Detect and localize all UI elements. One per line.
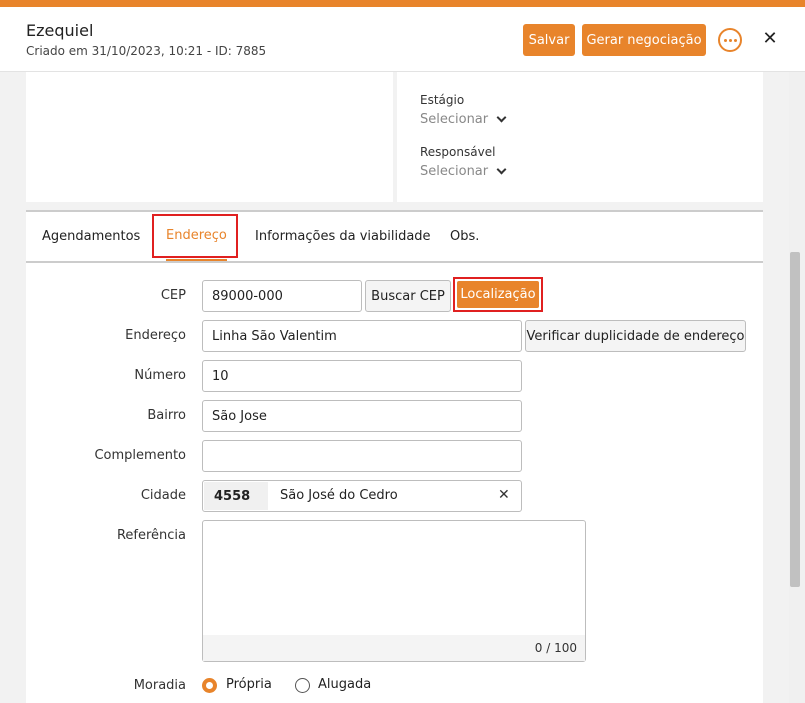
top-accent-bar [0, 0, 805, 7]
close-icon[interactable]: ✕ [760, 29, 780, 49]
radio-alugada-label: Alugada [318, 677, 372, 692]
tab-highlight-box [152, 214, 238, 258]
numero-label: Número [134, 368, 186, 383]
bairro-label: Bairro [147, 408, 186, 423]
char-counter: 0 / 100 [203, 635, 585, 661]
more-options-icon[interactable] [718, 28, 742, 52]
modal-content: Estágio Selecionar Responsável Seleciona… [0, 72, 789, 703]
generate-deal-button[interactable]: Gerar negociação [582, 24, 706, 56]
endereco-input[interactable]: Linha São Valentim [202, 320, 522, 352]
chevron-down-icon [496, 112, 507, 123]
save-button[interactable]: Salvar [523, 24, 575, 56]
stage-select[interactable]: Selecionar [420, 112, 507, 127]
cidade-select[interactable]: 4558 São José do Cedro ✕ [202, 480, 522, 512]
cidade-label: Cidade [140, 488, 186, 503]
cep-input[interactable]: 89000-000 [202, 280, 362, 312]
referencia-textarea[interactable]: 0 / 100 [202, 520, 586, 662]
localizacao-highlight-box: Localização [453, 277, 543, 312]
stage-label: Estágio [420, 93, 465, 107]
page-title: Ezequiel [26, 21, 94, 40]
radio-propria[interactable] [202, 678, 217, 693]
right-info-card: Estágio Selecionar Responsável Seleciona… [397, 72, 763, 202]
chevron-down-icon [496, 164, 507, 175]
page-subtitle: Criado em 31/10/2023, 10:21 - ID: 7885 [26, 44, 267, 58]
owner-select-value: Selecionar [420, 164, 489, 179]
moradia-label: Moradia [133, 678, 186, 693]
modal-header: Ezequiel Criado em 31/10/2023, 10:21 - I… [0, 7, 805, 72]
complemento-input[interactable] [202, 440, 522, 472]
tab-agendamentos[interactable]: Agendamentos [42, 212, 140, 261]
scrollbar[interactable] [789, 72, 805, 703]
tab-informacoes-viabilidade[interactable]: Informações da viabilidade [255, 212, 431, 261]
localizacao-button[interactable]: Localização [457, 281, 539, 308]
referencia-label: Referência [116, 528, 186, 543]
verificar-duplicidade-button[interactable]: Verificar duplicidade de endereço [525, 320, 746, 352]
owner-label: Responsável [420, 145, 496, 159]
radio-alugada[interactable] [295, 678, 310, 693]
clear-icon[interactable]: ✕ [498, 487, 510, 503]
buscar-cep-button[interactable]: Buscar CEP [365, 280, 451, 312]
stage-select-value: Selecionar [420, 112, 489, 127]
bairro-input[interactable]: São Jose [202, 400, 522, 432]
left-info-card [26, 72, 393, 202]
cidade-code: 4558 [204, 482, 268, 510]
owner-select[interactable]: Selecionar [420, 164, 507, 179]
cep-label: CEP [160, 288, 186, 303]
complemento-label: Complemento [94, 448, 186, 463]
tab-bar: Agendamentos Endereço Informações da via… [26, 210, 763, 263]
endereco-label: Endereço [125, 328, 186, 343]
scrollbar-thumb[interactable] [790, 252, 800, 587]
numero-input[interactable]: 10 [202, 360, 522, 392]
radio-propria-label: Própria [226, 677, 272, 692]
tab-obs[interactable]: Obs. [450, 212, 479, 261]
cidade-name: São José do Cedro [280, 488, 398, 503]
